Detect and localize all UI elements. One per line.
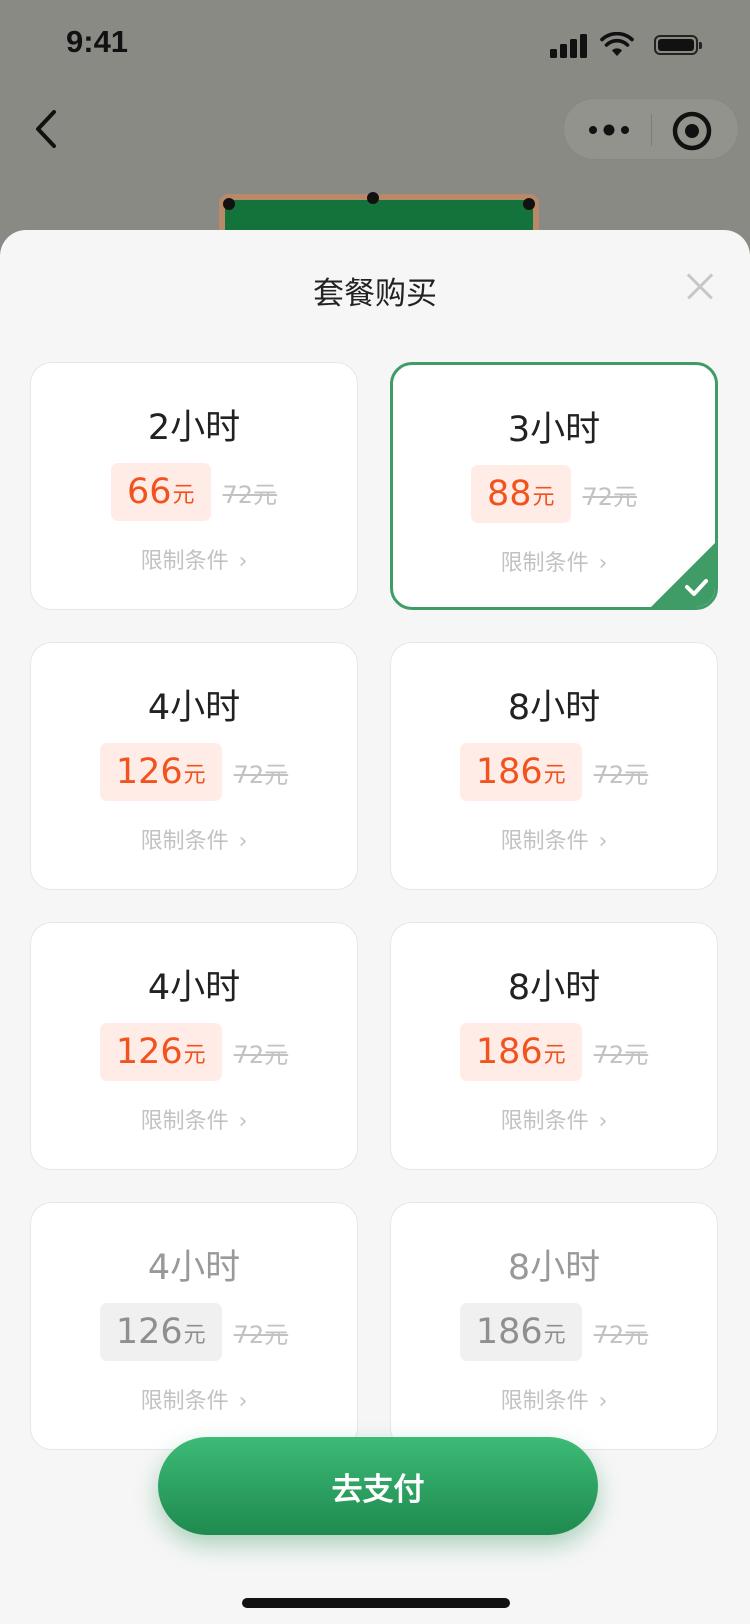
chevron-right-icon: › [238,1389,248,1414]
sheet-title: 套餐购买 [313,276,437,312]
original-price: 72元 [222,480,278,509]
limit-label: 限制条件 [140,829,229,854]
more-dots-icon[interactable] [584,115,634,145]
price-row: 186 元 72元 [391,743,717,801]
original-price: 72元 [582,482,638,511]
price-value: 186 [475,1312,543,1352]
package-card[interactable]: 8小时 186 元 72元 限制条件 › [390,922,718,1170]
limit-conditions-link[interactable]: 限制条件 › [31,1103,357,1135]
original-price: 72元 [233,1040,289,1069]
chevron-right-icon: › [238,829,248,854]
battery-icon [654,35,702,55]
package-card[interactable]: 4小时 126 元 72元 限制条件 › [30,642,358,890]
original-price: 72元 [593,1040,649,1069]
price-value: 66 [126,472,172,512]
pay-button[interactable]: 去支付 [158,1437,598,1535]
limit-label: 限制条件 [500,1109,589,1134]
price-row: 126 元 72元 [31,1303,357,1361]
price-unit: 元 [543,1323,566,1348]
capsule-divider [651,114,652,146]
limit-label: 限制条件 [500,829,589,854]
limit-label: 限制条件 [500,551,589,576]
package-duration: 4小时 [147,1248,241,1288]
price-badge: 126 元 [99,1303,222,1361]
original-price: 72元 [593,760,649,789]
price-row: 186 元 72元 [391,1023,717,1081]
limit-conditions-link[interactable]: 限制条件 › [391,1103,717,1135]
original-price: 72元 [233,760,289,789]
chevron-right-icon: › [598,551,608,576]
price-row: 66 元 72元 [31,463,357,521]
check-icon [651,543,715,607]
target-icon[interactable] [671,110,713,152]
price-badge: 186 元 [459,1023,582,1081]
close-icon[interactable] [686,272,714,300]
price-value: 186 [475,752,543,792]
package-card[interactable]: 4小时 126 元 72元 限制条件 › [30,922,358,1170]
package-purchase-sheet: 套餐购买 2小时 66 元 72元 限制条件 › 3小时 88 元 72元 限制条件 ›… [0,230,750,1624]
package-duration: 3小时 [507,410,601,450]
chevron-right-icon: › [238,1109,248,1134]
limit-conditions-link[interactable]: 限制条件 › [31,823,357,855]
price-badge: 186 元 [459,1303,582,1361]
price-value: 126 [115,1312,183,1352]
package-duration: 4小时 [147,968,241,1008]
chevron-right-icon: › [598,829,608,854]
price-badge: 126 元 [99,743,222,801]
limit-conditions-link[interactable]: 限制条件 › [391,823,717,855]
price-row: 126 元 72元 [31,743,357,801]
limit-label: 限制条件 [140,1389,229,1414]
limit-conditions-link[interactable]: 限制条件 › [391,1383,717,1415]
status-icons [550,32,722,58]
package-duration: 2小时 [147,408,241,448]
limit-conditions-link[interactable]: 限制条件 › [31,543,357,575]
price-unit: 元 [543,763,566,788]
price-value: 186 [475,1032,543,1072]
price-row: 88 元 72元 [393,465,715,523]
chevron-right-icon: › [598,1389,608,1414]
package-duration: 8小时 [507,1248,601,1288]
package-card-selected[interactable]: 3小时 88 元 72元 限制条件 › [390,362,718,610]
package-card-disabled: 8小时 186 元 72元 限制条件 › [390,1202,718,1450]
price-unit: 元 [543,1043,566,1068]
price-row: 186 元 72元 [391,1303,717,1361]
limit-label: 限制条件 [500,1389,589,1414]
price-value: 126 [115,752,183,792]
original-price: 72元 [233,1320,289,1349]
back-chevron-icon[interactable] [28,106,62,152]
package-duration: 4小时 [147,688,241,728]
price-badge: 66 元 [110,463,211,521]
price-badge: 88 元 [470,465,571,523]
limit-label: 限制条件 [140,1109,229,1134]
chevron-right-icon: › [238,549,248,574]
price-unit: 元 [183,1043,206,1068]
chevron-right-icon: › [598,1109,608,1134]
price-unit: 元 [183,1323,206,1348]
original-price: 72元 [593,1320,649,1349]
package-card[interactable]: 2小时 66 元 72元 限制条件 › [30,362,358,610]
package-card-disabled: 4小时 126 元 72元 限制条件 › [30,1202,358,1450]
limit-label: 限制条件 [140,549,229,574]
status-time: 9:41 [66,24,129,59]
package-duration: 8小时 [507,688,601,728]
price-badge: 186 元 [459,743,582,801]
price-badge: 126 元 [99,1023,222,1081]
price-unit: 元 [183,763,206,788]
cellular-signal-icon [550,34,588,58]
price-unit: 元 [532,485,555,510]
limit-conditions-link[interactable]: 限制条件 › [31,1383,357,1415]
price-row: 126 元 72元 [31,1023,357,1081]
package-duration: 8小时 [507,968,601,1008]
price-value: 88 [486,474,532,514]
package-card[interactable]: 8小时 186 元 72元 限制条件 › [390,642,718,890]
home-indicator [242,1598,510,1608]
wifi-icon [600,32,634,56]
status-bar: 9:41 [0,0,750,88]
price-unit: 元 [172,483,195,508]
mini-program-capsule [563,98,739,160]
price-value: 126 [115,1032,183,1072]
